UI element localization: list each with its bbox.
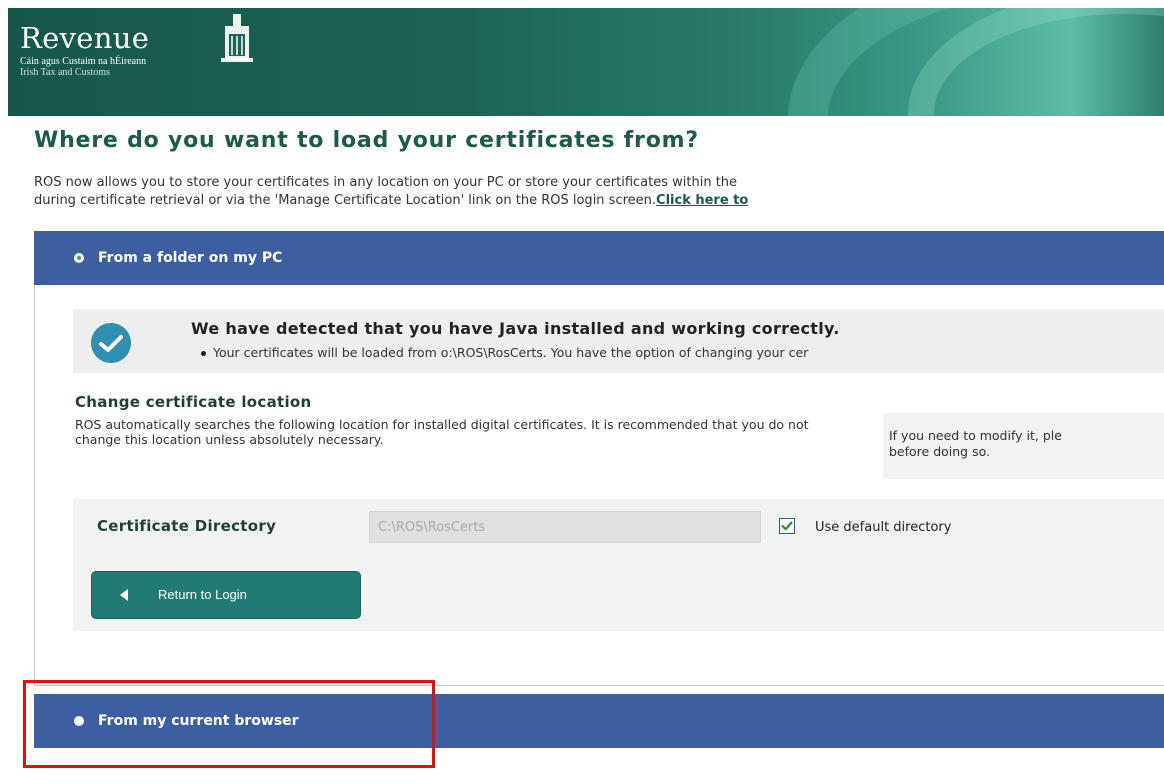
option-current-browser[interactable]: From my current browser <box>34 694 1164 748</box>
click-here-link[interactable]: Click here to <box>656 193 748 208</box>
brand-name: Revenue <box>20 21 150 55</box>
option-folder-on-pc[interactable]: From a folder on my PC <box>34 231 1164 285</box>
return-to-login-button[interactable]: Return to Login <box>91 571 361 619</box>
use-default-checkbox[interactable] <box>779 518 795 534</box>
radio-unselected-icon[interactable] <box>74 716 84 726</box>
modify-hint-box: If you need to modify it, ple before doi… <box>883 413 1164 479</box>
brand-tagline-english: Irish Tax and Customs <box>20 67 110 78</box>
notice-headline: We have detected that you have Java inst… <box>191 319 840 338</box>
java-detected-notice: We have detected that you have Java inst… <box>73 309 1164 373</box>
brand-tagline-irish: Cáin agus Custaim na hÉireann <box>20 56 147 67</box>
harp-icon <box>221 14 253 62</box>
intro-line-1: ROS now allows you to store your certifi… <box>34 175 738 190</box>
return-to-login-label: Return to Login <box>158 587 247 602</box>
certificate-directory-input[interactable]: C:\ROS\RosCerts <box>369 511 761 543</box>
page-title: Where do you want to load your certifica… <box>34 128 699 153</box>
checkmark-icon <box>91 323 131 363</box>
use-default-label[interactable]: Use default directory <box>815 520 951 535</box>
option-label: From my current browser <box>98 713 299 729</box>
notice-detail: Your certificates will be loaded from o:… <box>200 345 809 360</box>
intro-text: ROS now allows you to store your certifi… <box>34 174 1164 210</box>
certificate-directory-form: Certificate Directory C:\ROS\RosCerts Us… <box>73 499 1164 631</box>
radio-selected-icon[interactable] <box>74 253 84 263</box>
header-banner: Revenue Cáin agus Custaim na hÉireann Ir… <box>8 8 1164 116</box>
certificate-directory-label: Certificate Directory <box>97 517 277 535</box>
option-label: From a folder on my PC <box>98 250 283 266</box>
intro-line-2: during certificate retrieval or via the … <box>34 193 749 208</box>
change-location-text: ROS automatically searches the following… <box>75 417 809 447</box>
caret-left-icon <box>120 589 128 601</box>
modify-hint-text: If you need to modify it, ple before doi… <box>889 428 1062 459</box>
folder-option-panel: We have detected that you have Java inst… <box>34 285 1164 686</box>
change-location-heading: Change certificate location <box>75 393 312 411</box>
revenue-logo[interactable]: Revenue Cáin agus Custaim na hÉireann Ir… <box>20 22 149 78</box>
